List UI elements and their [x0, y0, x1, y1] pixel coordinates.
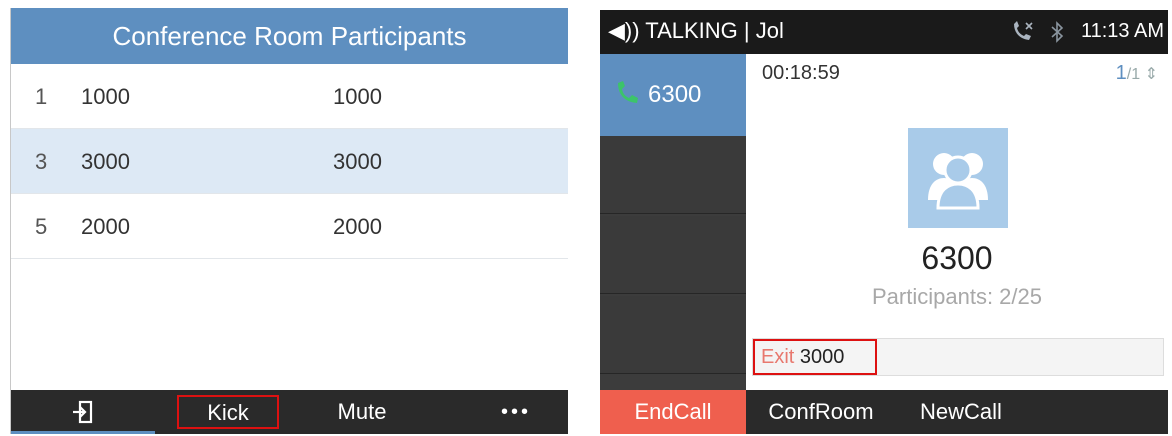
conference-participants-panel: Conference Room Participants 1 1000 1000…: [10, 8, 568, 434]
exit-hint: Exit 3000: [753, 339, 877, 375]
line-key-empty[interactable]: [600, 216, 746, 294]
participant-number: 3000: [81, 149, 130, 174]
endcall-softkey[interactable]: EndCall: [600, 390, 746, 434]
exit-icon: [73, 400, 93, 424]
kick-softkey[interactable]: Kick: [177, 395, 279, 429]
phone-icon: [618, 81, 638, 103]
participant-index: 3: [35, 149, 48, 174]
panel-title: Conference Room Participants: [11, 8, 568, 64]
call-forward-icon: [1014, 21, 1033, 41]
participant-row-selected[interactable]: 3 3000 3000: [11, 129, 568, 194]
call-info-area: 00:18:59 1/1 ⇕ 6300 Participants: 2/25 E…: [746, 54, 1168, 390]
softkey-bar: EndCall ConfRoom NewCall: [600, 390, 1168, 434]
exit-label: Exit: [761, 346, 795, 368]
back-softkey[interactable]: [11, 390, 155, 434]
exit-hint-bar: Exit 3000: [752, 338, 1164, 376]
participant-row[interactable]: 5 2000 2000: [11, 194, 568, 259]
clock: 11:13 AM: [1080, 20, 1164, 42]
bluetooth-icon: [1051, 21, 1064, 44]
participant-name: 2000: [333, 214, 382, 239]
line-extension: 6300: [648, 81, 702, 108]
participant-row[interactable]: 1 1000 1000: [11, 64, 568, 129]
page-total: /1: [1126, 66, 1141, 83]
line-column: 6300: [600, 54, 746, 390]
newcall-softkey[interactable]: NewCall: [896, 390, 1026, 434]
status-icons: [1010, 10, 1065, 52]
participant-name: 1000: [333, 84, 382, 109]
exit-extension: 3000: [799, 346, 845, 368]
confroom-softkey[interactable]: ConfRoom: [746, 390, 896, 434]
page-current: 1: [1115, 62, 1127, 84]
participant-index: 1: [35, 84, 48, 109]
active-line-key[interactable]: 6300: [600, 54, 746, 136]
line-key-empty[interactable]: [600, 296, 746, 374]
updown-icon: ⇕: [1140, 66, 1158, 83]
participant-number: 2000: [81, 214, 130, 239]
participants-list: 1 1000 1000 3 3000 3000 5 2000 2000: [11, 64, 568, 259]
call-pager[interactable]: 1/1 ⇕: [1116, 62, 1158, 85]
line-key-empty[interactable]: [600, 136, 746, 214]
conference-avatar-icon: [908, 128, 1008, 228]
conference-name: 6300: [921, 240, 993, 276]
more-softkey[interactable]: •••: [485, 390, 547, 434]
participant-number: 1000: [81, 84, 130, 109]
call-timer: 00:18:59: [762, 62, 840, 84]
mute-softkey[interactable]: Mute: [307, 390, 417, 434]
status-bar: ◀)) TALKING | Jol 11:13 AM: [600, 10, 1168, 54]
softkey-bar: Kick Mute •••: [11, 390, 568, 434]
status-title: ◀)) TALKING | Jol: [608, 18, 784, 43]
participants-count: Participants: 2/25: [872, 284, 1042, 309]
participant-name: 3000: [333, 149, 382, 174]
participant-index: 5: [35, 214, 48, 239]
talking-screen: ◀)) TALKING | Jol 11:13 AM 6300 00:18:59…: [600, 10, 1168, 434]
